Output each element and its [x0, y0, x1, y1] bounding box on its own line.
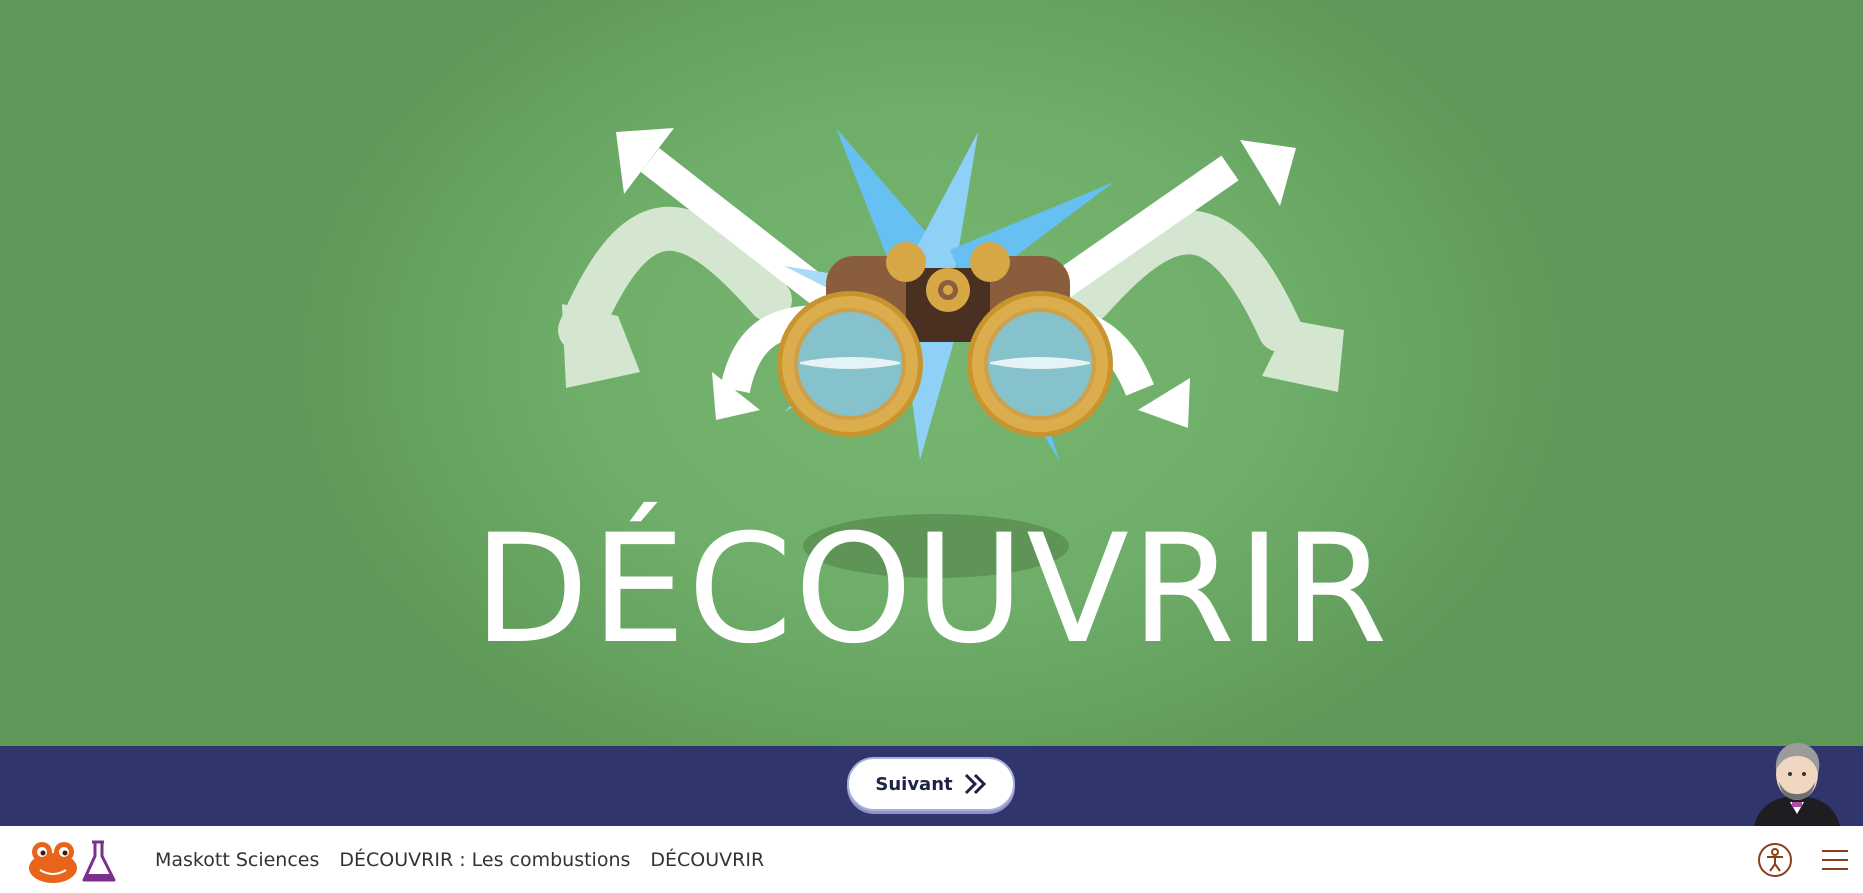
next-button-label: Suivant — [875, 773, 953, 795]
binoculars-icon — [777, 242, 1113, 437]
accessibility-icon[interactable] — [1757, 842, 1793, 878]
breadcrumb: Maskott Sciences DÉCOUVRIR : Les combust… — [155, 826, 784, 893]
hero-banner: DÉCOUVRIR — [0, 0, 1863, 746]
next-button[interactable]: Suivant — [847, 757, 1015, 811]
hamburger-menu-icon[interactable] — [1820, 848, 1850, 872]
maskott-frog-flask-logo-icon[interactable] — [26, 838, 126, 884]
action-bar: Suivant — [0, 746, 1863, 826]
double-chevron-right-icon — [964, 773, 986, 795]
footer-nav: Maskott Sciences DÉCOUVRIR : Les combust… — [0, 826, 1863, 893]
breadcrumb-item-current[interactable]: DÉCOUVRIR — [650, 849, 764, 871]
page-title: DÉCOUVRIR — [473, 503, 1390, 677]
scientist-avatar-icon[interactable] — [1752, 740, 1842, 826]
breadcrumb-item-module[interactable]: DÉCOUVRIR : Les combustions — [339, 849, 630, 871]
curved-arrow-left-head-icon — [562, 304, 640, 388]
breadcrumb-item-home[interactable]: Maskott Sciences — [155, 849, 319, 871]
